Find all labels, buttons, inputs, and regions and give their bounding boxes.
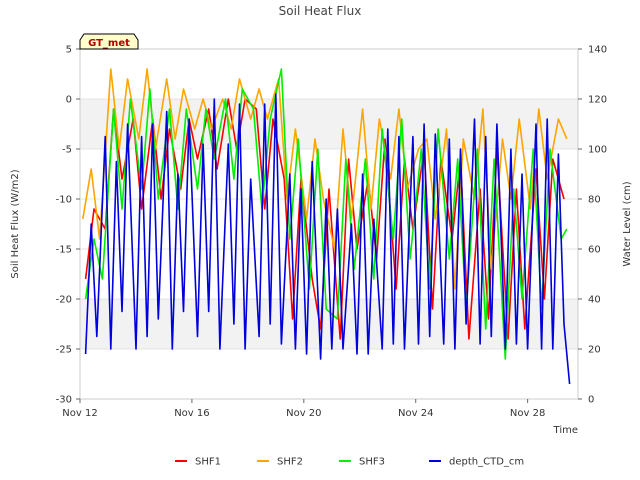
- left-tick-label-3: -10: [56, 195, 72, 206]
- left-tick-label-2: -5: [62, 145, 72, 156]
- left-tick-label-6: -25: [56, 345, 72, 356]
- x-tick-label-4: Nov 28: [510, 408, 545, 419]
- right-tick-label-2: 100: [588, 145, 607, 156]
- right-axis-ticks: 140 120 100 80 60 40 20 0: [578, 45, 607, 406]
- chart-title: Soil Heat Flux: [279, 4, 362, 18]
- right-tick-label-4: 60: [588, 245, 601, 256]
- station-badge: GT_met: [79, 33, 139, 50]
- left-tick-label-1: 0: [66, 95, 72, 106]
- x-tick-label-3: Nov 24: [398, 408, 433, 419]
- x-tick-label-2: Nov 20: [286, 408, 321, 419]
- right-tick-label-6: 20: [588, 345, 601, 356]
- legend-label-3: depth_CTD_cm: [449, 457, 524, 468]
- legend-label-1: SHF2: [277, 457, 303, 468]
- right-tick-label-5: 40: [588, 295, 601, 306]
- right-tick-label-1: 120: [588, 95, 607, 106]
- legend: SHF1 SHF2 SHF3 depth_CTD_cm: [175, 457, 524, 468]
- y-axis-right-title: Water Level (cm): [622, 181, 633, 266]
- left-tick-label-0: 5: [66, 45, 72, 56]
- x-tick-label-1: Nov 16: [174, 408, 209, 419]
- right-tick-label-7: 0: [588, 395, 594, 406]
- left-tick-label-4: -15: [56, 245, 72, 256]
- x-axis-title: Time: [553, 425, 578, 436]
- legend-label-2: SHF3: [359, 457, 385, 468]
- right-tick-label-3: 80: [588, 195, 601, 206]
- legend-label-0: SHF1: [195, 457, 221, 468]
- station-badge-label: GT_met: [88, 38, 130, 49]
- y-axis-left-title: Soil Heat Flux (W/m2): [10, 169, 21, 278]
- soil-heat-flux-chart: Soil Heat Flux 5 0 -5 -10 -15 -20 -25 -30 140 12…: [10, 4, 633, 468]
- left-tick-label-5: -20: [56, 295, 72, 306]
- left-axis-ticks: 5 0 -5 -10 -15 -20 -25 -30: [56, 45, 80, 406]
- x-axis-ticks: Nov 12 Nov 16 Nov 20 Nov 24 Nov 28: [62, 399, 545, 419]
- left-tick-label-7: -30: [56, 395, 72, 406]
- right-tick-label-0: 140: [588, 45, 607, 56]
- x-tick-label-0: Nov 12: [62, 408, 97, 419]
